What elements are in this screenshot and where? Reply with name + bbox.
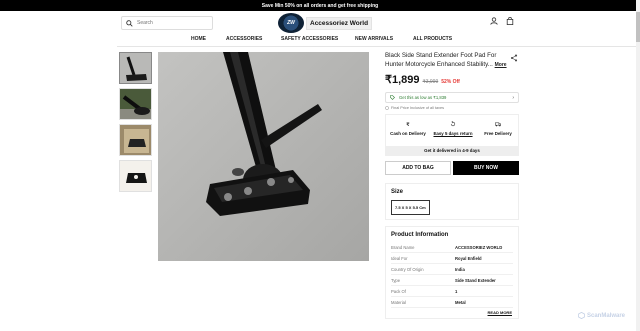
tag-icon (390, 95, 395, 100)
site-logo[interactable]: ZW Accessoriez World (278, 13, 373, 33)
site-header: ZW Accessoriez World (0, 11, 640, 35)
share-icon[interactable] (510, 54, 518, 62)
watermark-logo-icon (578, 312, 585, 319)
logo-badge: ZW (278, 13, 304, 33)
price-row: ₹1,899 ₹3,999 52% Off (385, 73, 521, 86)
tax-note: Final Price Inclusive of all taxes (385, 106, 521, 110)
brand-name: Accessoriez World (306, 16, 373, 30)
feature-free-delivery: Free Delivery (476, 121, 520, 136)
mrp-price: ₹3,999 (422, 79, 439, 85)
info-value: India (455, 266, 465, 272)
feature-free-delivery-label: Free Delivery (484, 131, 512, 136)
info-key: Ideal For (391, 255, 408, 261)
feature-cod-label: Cash on Delivery (390, 131, 426, 136)
info-row: Ideal For Royal Enfield (391, 253, 513, 264)
search-box[interactable] (121, 16, 213, 30)
feature-cod: ₹ Cash on Delivery (386, 121, 430, 136)
size-selector: Size 7.5 X 5 X 5.5 Cm (385, 183, 519, 220)
read-more-link[interactable]: READ MORE (488, 310, 512, 315)
buy-now-button[interactable]: BUY NOW (453, 161, 519, 175)
nav-safety-accessories[interactable]: SAFETY ACCESSORIES (281, 36, 338, 42)
info-value: Royal Enfield (455, 255, 482, 261)
nav-all-products[interactable]: ALL PRODUCTS (413, 36, 452, 42)
nav-home[interactable]: HOME (191, 36, 206, 42)
info-key: Country Of Origin (391, 266, 424, 272)
offer-banner[interactable]: Get this as low as ₹1,839 › (385, 92, 519, 103)
info-icon (385, 106, 389, 110)
thumbnail-3[interactable] (119, 124, 152, 156)
product-title: Black Side Stand Extender Foot Pad For H… (385, 52, 507, 69)
add-to-bag-button[interactable]: ADD TO BAG (385, 161, 451, 175)
product-main-image (158, 52, 369, 261)
title-more-link[interactable]: More (495, 62, 507, 68)
thumbnail-4[interactable] (119, 160, 152, 192)
user-icon[interactable] (490, 17, 498, 25)
info-value: Side Stand Extender (455, 277, 496, 283)
info-row: Country Of Origin India (391, 264, 513, 275)
delivery-estimate: Get it delivered in 4-9 days (386, 146, 518, 155)
info-row: Pack Of 1 (391, 286, 513, 297)
svg-text:₹: ₹ (406, 122, 410, 127)
chevron-right-icon: › (512, 95, 514, 101)
sale-price: ₹1,899 (385, 74, 420, 86)
info-row: Type Side Stand Extender (391, 275, 513, 286)
thumbnail-1[interactable] (119, 52, 152, 84)
product-title-text: Black Side Stand Extender Foot Pad For H… (385, 52, 497, 68)
promo-banner: Save Min 50% on all orders and get free … (0, 0, 640, 11)
watermark: ScanMalware (578, 312, 625, 319)
info-row: Brand Name ACCESSORIEZ WORLD (391, 242, 513, 253)
scrollbar-track[interactable] (636, 0, 640, 331)
feature-return[interactable]: Easy 5 days return (431, 121, 475, 136)
features-box: ₹ Cash on Delivery Easy 5 days return Fr… (385, 114, 519, 156)
offer-text: Get this as low as ₹1,839 (399, 95, 447, 100)
info-value: Metal (455, 299, 466, 305)
header-icons (490, 17, 514, 25)
feature-return-label: Easy 5 days return (433, 131, 473, 136)
search-icon (126, 19, 133, 27)
info-key: Type (391, 277, 401, 283)
main-nav: HOME ACCESSORIES SAFETY ACCESSORIES NEW … (0, 35, 640, 46)
watermark-text: ScanMalware (587, 312, 626, 319)
info-key: Material (391, 299, 406, 305)
action-buttons: ADD TO BAG BUY NOW (385, 161, 521, 175)
product-information: Product Information Brand Name ACCESSORIE… (385, 226, 519, 319)
search-input[interactable] (137, 20, 207, 26)
cash-icon: ₹ (406, 122, 410, 127)
nav-accessories[interactable]: ACCESSORIES (226, 36, 262, 42)
info-heading: Product Information (391, 232, 449, 238)
header-divider (117, 46, 640, 47)
thumbnail-2[interactable] (119, 88, 152, 120)
thumbnail-list (119, 52, 153, 196)
size-option[interactable]: 7.5 X 5 X 5.5 Cm (391, 200, 430, 215)
info-key: Brand Name (391, 244, 415, 250)
info-row: Material Metal (391, 297, 513, 308)
bag-icon[interactable] (506, 17, 514, 25)
info-key: Pack Of (391, 288, 406, 294)
truck-icon (495, 122, 501, 127)
discount-badge: 52% Off (441, 79, 460, 85)
size-heading: Size (391, 189, 404, 195)
scrollbar-thumb[interactable] (636, 12, 640, 42)
product-details: Black Side Stand Extender Foot Pad For H… (385, 52, 521, 319)
return-icon (450, 121, 456, 127)
nav-new-arrivals[interactable]: NEW ARRIVALS (355, 36, 393, 42)
info-value: ACCESSORIEZ WORLD (455, 244, 503, 250)
tax-note-text: Final Price Inclusive of all taxes (391, 106, 444, 110)
info-value: 1 (455, 288, 458, 294)
